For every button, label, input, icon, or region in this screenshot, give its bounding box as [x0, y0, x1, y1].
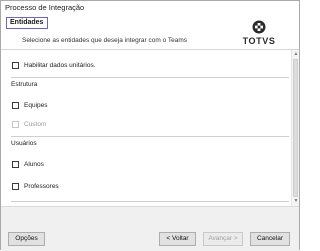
professores-label: Professores: [24, 182, 59, 190]
divider: [11, 136, 289, 137]
scroll-down-arrow-icon[interactable]: ▼: [293, 198, 299, 204]
equipes-label: Equipes: [24, 101, 48, 109]
title-bar: Processo de Integração: [1, 1, 299, 15]
alunos-checkbox[interactable]: [12, 160, 19, 168]
enable-units-option[interactable]: Habilitar dados unitários.: [12, 60, 96, 70]
professores-checkbox[interactable]: [12, 182, 19, 190]
custom-checkbox: [12, 120, 19, 128]
equipes-checkbox[interactable]: [12, 101, 19, 109]
entity-selection-panel: Habilitar dados unitários. Estrutura Equ…: [1, 50, 291, 206]
wizard-footer: Opções < Voltar Avançar > Cancelar: [1, 206, 299, 251]
totvs-logo-icon: [252, 20, 266, 34]
cancel-button[interactable]: Cancelar: [250, 232, 290, 246]
group-label-estrutura: Estrutura: [11, 81, 38, 88]
header-subtitle: Selecione as entidades que deseja integr…: [22, 37, 188, 44]
options-button[interactable]: Opções: [8, 232, 45, 246]
vertical-scrollbar[interactable]: ▲ ▼: [291, 50, 299, 206]
enable-units-checkbox[interactable]: [12, 61, 19, 69]
enable-units-label: Habilitar dados unitários.: [24, 61, 96, 69]
window-title: Processo de Integração: [5, 3, 85, 12]
scrollbar-thumb[interactable]: [293, 59, 298, 197]
alunos-option[interactable]: Alunos: [12, 159, 44, 169]
section-title: Entidades: [6, 17, 48, 29]
wizard-header: Entidades Selecione as entidades que des…: [1, 14, 299, 50]
scroll-up-arrow-icon[interactable]: ▲: [293, 51, 299, 57]
back-button[interactable]: < Voltar: [159, 232, 196, 246]
integration-wizard-window: Processo de Integração Entidades Selecio…: [0, 0, 300, 251]
custom-label: Custom: [24, 120, 47, 128]
group-label-usuarios: Usuários: [11, 140, 37, 147]
professores-option[interactable]: Professores: [12, 181, 59, 191]
alunos-label: Alunos: [24, 160, 44, 168]
totvs-logo: TOTVS: [242, 20, 276, 52]
custom-option: Custom: [12, 119, 46, 129]
totvs-wordmark: TOTVS: [242, 36, 276, 46]
divider: [11, 201, 289, 202]
equipes-option[interactable]: Equipes: [12, 100, 48, 110]
next-button: Avançar >: [203, 232, 243, 246]
divider: [11, 77, 289, 78]
